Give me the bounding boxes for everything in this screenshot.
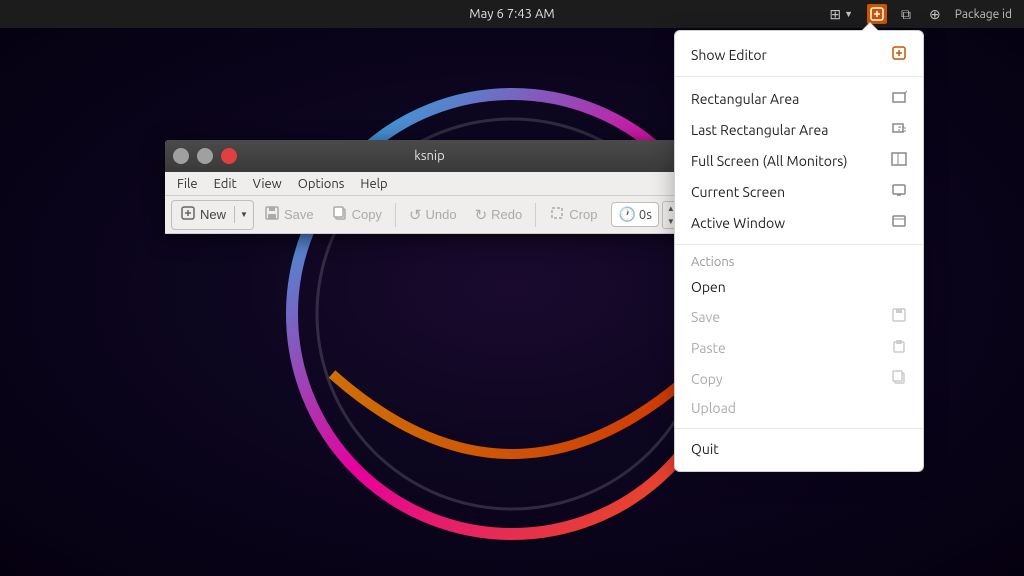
copy-label: Copy [352, 207, 382, 222]
ksnip-menubar: File Edit View Options Help [165, 172, 690, 196]
current-screen-label: Current Screen [691, 184, 785, 200]
show-editor-icon [891, 45, 907, 64]
menu-active-window[interactable]: Active Window [675, 207, 923, 238]
rectangular-area-icon [891, 89, 907, 108]
menu-divider-3 [675, 428, 923, 429]
quit-label: Quit [691, 441, 719, 457]
open-label: Open [691, 279, 726, 295]
redo-button[interactable]: ↻ Redo [467, 202, 531, 228]
new-button[interactable]: New [172, 201, 234, 229]
grid-icon: ⊞ [829, 6, 841, 23]
toolbar-sep-2 [535, 203, 536, 227]
active-window-icon [891, 213, 907, 232]
window-icon: ⧉ [901, 6, 911, 23]
menu-last-rectangular-area[interactable]: Last Rectangular Area [675, 114, 923, 145]
save-icon [264, 205, 280, 224]
ksnip-titlebar: – □ ✕ ksnip [165, 140, 690, 172]
tray-menu: Show Editor Rectangular Area Last Rectan… [674, 30, 924, 472]
paste-action-icon [891, 338, 907, 357]
menu-current-screen[interactable]: Current Screen [675, 176, 923, 207]
timer-box: 🕐 0s ▲ ▼ [611, 201, 679, 229]
crop-button[interactable]: Crop [541, 201, 605, 228]
desktop: May 6 7:43 AM ⊞ ▼ ⧉ ⊕ [0, 0, 1024, 576]
close-button[interactable]: ✕ [221, 148, 237, 164]
actions-label: Actions [675, 251, 923, 273]
window-title: ksnip [237, 149, 622, 163]
menu-view[interactable]: View [245, 175, 290, 193]
copy-icon [332, 205, 348, 224]
undo-icon: ↺ [409, 206, 422, 224]
undo-button[interactable]: ↺ Undo [401, 202, 465, 228]
new-icon [180, 205, 196, 225]
menu-quit[interactable]: Quit [675, 435, 923, 463]
current-screen-icon [891, 182, 907, 201]
menu-help[interactable]: Help [352, 175, 395, 193]
last-rectangular-area-icon [891, 120, 907, 139]
minimize-button[interactable]: – [173, 148, 189, 164]
ksnip-toolbar: New ▼ Save Copy [165, 196, 690, 234]
paste-label: Paste [691, 340, 726, 356]
save-button[interactable]: Save [256, 201, 322, 228]
menu-copy[interactable]: Copy [675, 363, 923, 394]
taskbar-center: May 6 7:43 AM [469, 7, 554, 21]
taskbar-right: ⊞ ▼ ⧉ ⊕ Package id [825, 4, 1012, 25]
new-button-group: New ▼ [171, 200, 254, 230]
chevron-down-icon: ▼ [240, 210, 248, 219]
maximize-button[interactable]: □ [197, 148, 213, 164]
menu-edit[interactable]: Edit [206, 175, 245, 193]
menu-save[interactable]: Save [675, 301, 923, 332]
last-rectangular-area-label: Last Rectangular Area [691, 122, 828, 138]
menu-divider-1 [675, 76, 923, 77]
copy-action-label: Copy [691, 371, 723, 387]
timer-value: 0s [639, 208, 652, 222]
layout-icon-btn[interactable]: ⊞ ▼ [825, 4, 857, 25]
menu-full-screen[interactable]: Full Screen (All Monitors) [675, 145, 923, 176]
save-label: Save [691, 309, 720, 325]
undo-label: Undo [426, 207, 457, 222]
menu-file[interactable]: File [169, 175, 206, 193]
new-label: New [200, 207, 226, 222]
menu-upload[interactable]: Upload [675, 394, 923, 422]
active-window-label: Active Window [691, 215, 785, 231]
show-editor-label: Show Editor [691, 47, 767, 63]
redo-icon: ↻ [475, 206, 488, 224]
menu-open[interactable]: Open [675, 273, 923, 301]
save-label: Save [284, 207, 314, 222]
crop-icon [549, 205, 565, 224]
save-action-icon [891, 307, 907, 326]
redo-label: Redo [491, 207, 522, 222]
crop-label: Crop [569, 207, 597, 222]
window-switcher-btn[interactable]: ⧉ [897, 4, 915, 25]
menu-options[interactable]: Options [290, 175, 353, 193]
copy-button[interactable]: Copy [324, 201, 390, 228]
package-id-label: Package id [955, 8, 1012, 21]
full-screen-label: Full Screen (All Monitors) [691, 153, 848, 169]
puzzle-icon: ⊕ [929, 6, 941, 23]
copy-action-icon [891, 369, 907, 388]
upload-label: Upload [691, 400, 736, 416]
full-screen-icon [891, 151, 907, 170]
ksnip-window: – □ ✕ ksnip File Edit View Options Help [165, 140, 690, 234]
window-controls: – □ ✕ [173, 148, 237, 164]
menu-paste[interactable]: Paste [675, 332, 923, 363]
menu-show-editor[interactable]: Show Editor [675, 39, 923, 70]
timer-display: 🕐 0s [611, 202, 658, 227]
dropdown-arrow-icon: ▼ [844, 9, 853, 19]
ksnip-tray-icon[interactable] [867, 4, 887, 24]
timer-clock-icon: 🕐 [618, 206, 635, 223]
toolbar-sep-1 [395, 203, 396, 227]
menu-rectangular-area[interactable]: Rectangular Area [675, 83, 923, 114]
rectangular-area-label: Rectangular Area [691, 91, 799, 107]
new-dropdown-btn[interactable]: ▼ [234, 206, 253, 223]
clock-display: May 6 7:43 AM [469, 7, 554, 21]
extensions-btn[interactable]: ⊕ [925, 4, 945, 25]
menu-divider-2 [675, 244, 923, 245]
